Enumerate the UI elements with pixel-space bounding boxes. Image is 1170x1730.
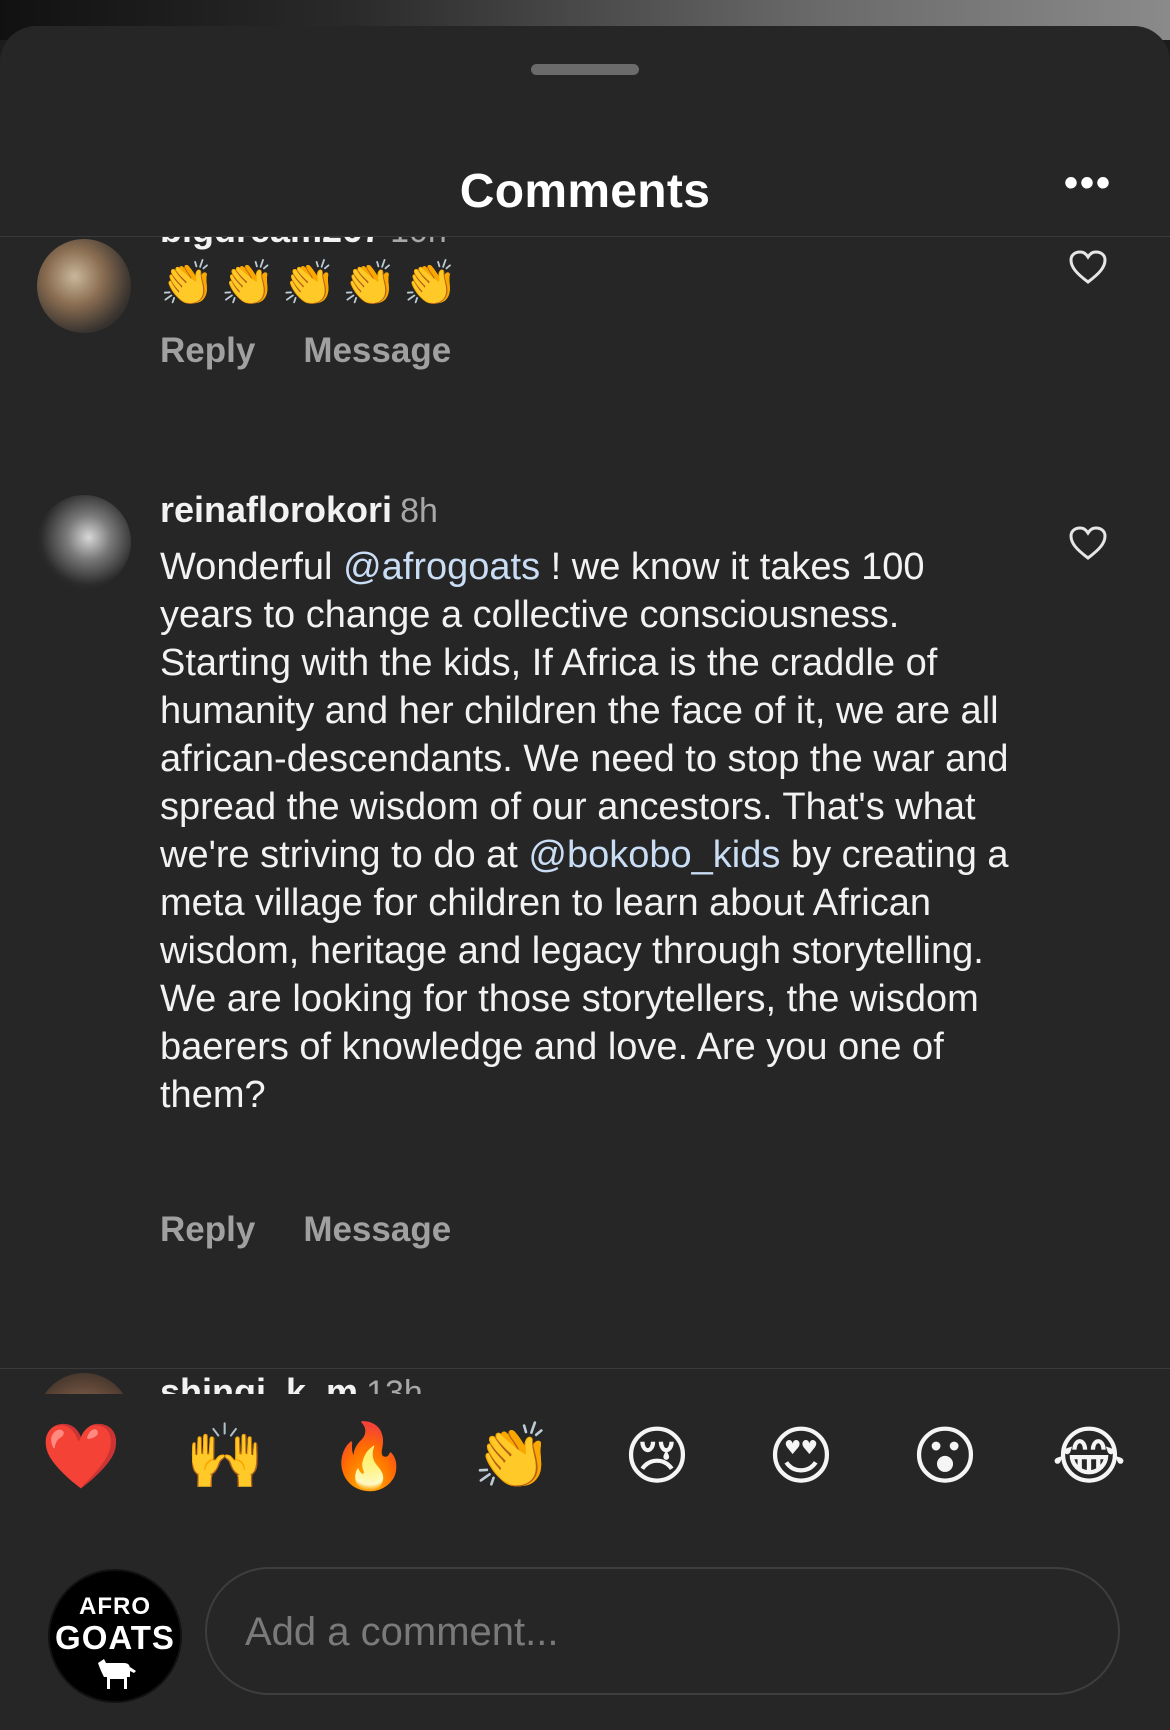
avatar-text-line2: GOATS xyxy=(55,1619,175,1656)
goat-icon xyxy=(98,1659,136,1689)
reaction-heart-eyes-icon[interactable]: 😍 xyxy=(761,1416,841,1496)
reply-button[interactable]: Reply xyxy=(160,331,255,370)
comment-actions: Reply Message xyxy=(160,1210,499,1250)
reaction-crying-icon[interactable]: 😢 xyxy=(617,1416,697,1496)
quick-reactions-bar: ❤️ 🙌 🔥 👏 😢 😍 😮 😂 xyxy=(0,1368,1170,1523)
mention-link[interactable]: @bokobo_kids xyxy=(528,834,780,876)
comment-actions: Reply Message xyxy=(160,331,499,371)
reaction-fire-icon[interactable]: 🔥 xyxy=(329,1416,409,1496)
avatar-text-line1: AFRO xyxy=(79,1593,151,1620)
mention-link[interactable]: @afrogoats xyxy=(343,546,540,588)
reaction-clap-icon[interactable]: 👏 xyxy=(473,1416,553,1496)
drag-handle[interactable] xyxy=(531,64,639,75)
comment-input[interactable] xyxy=(243,1599,1067,1665)
comment-composer: AFRO GOATS xyxy=(0,1549,1170,1729)
avatar[interactable] xyxy=(37,495,131,589)
comment-text-segment: by creating a meta village for children … xyxy=(160,834,1009,1116)
reaction-surprised-icon[interactable]: 😮 xyxy=(905,1416,985,1496)
comment-text: Wonderful @afrogoats ! we know it takes … xyxy=(160,543,1020,1119)
comment-username[interactable]: bigdream267 10h xyxy=(160,237,447,251)
user-avatar[interactable]: AFRO GOATS xyxy=(48,1569,182,1703)
message-button[interactable]: Message xyxy=(303,1210,451,1249)
reaction-raised-hands-icon[interactable]: 🙌 xyxy=(185,1416,265,1496)
username-text[interactable]: bigdream267 xyxy=(160,237,382,250)
comments-list: bigdream267 10h 👏👏👏👏👏 Reply Message reinaf… xyxy=(0,237,1170,1394)
more-options-icon[interactable]: ••• xyxy=(1064,163,1112,203)
comment-input-container[interactable] xyxy=(205,1567,1120,1695)
comment-time: 8h xyxy=(400,492,438,530)
comment-time: 10h xyxy=(390,237,447,250)
page-title: Comments xyxy=(459,165,711,218)
username-text[interactable]: reinaflorokori xyxy=(160,489,392,530)
avatar[interactable] xyxy=(37,239,131,333)
comment-text: 👏👏👏👏👏 xyxy=(160,259,464,308)
comment-text-segment: Wonderful xyxy=(160,546,344,588)
like-heart-icon[interactable] xyxy=(1068,525,1108,561)
header: Comments ••• xyxy=(0,106,1170,236)
comments-sheet: Comments ••• bigdream267 10h 👏👏👏👏👏 Reply M… xyxy=(0,26,1170,1730)
like-heart-icon[interactable] xyxy=(1068,249,1108,285)
reply-button[interactable]: Reply xyxy=(160,1210,255,1249)
message-button[interactable]: Message xyxy=(303,331,451,370)
reaction-heart-icon[interactable]: ❤️ xyxy=(41,1416,121,1496)
reaction-laughing-icon[interactable]: 😂 xyxy=(1049,1416,1129,1496)
comment-text-segment: ! we know it takes 100 years to change a… xyxy=(160,546,1009,876)
comment-username[interactable]: reinaflorokori 8h xyxy=(160,489,438,531)
